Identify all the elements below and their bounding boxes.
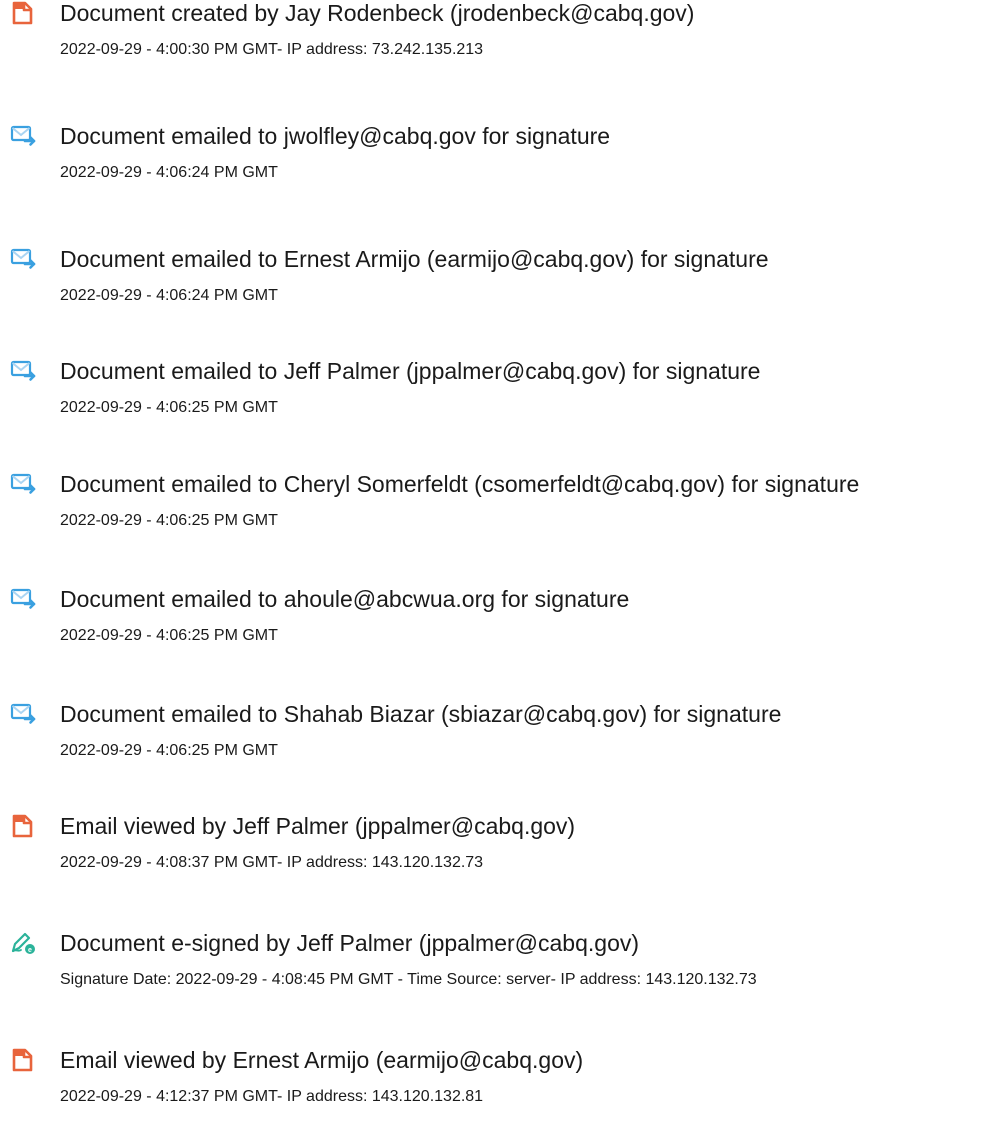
event-detail: 2022-09-29 - 4:08:37 PM GMT- IP address:… <box>60 854 484 871</box>
event-title: Document e-signed by Jeff Palmer (jppalm… <box>60 930 640 956</box>
event-title: Email viewed by Ernest Armijo (earmijo@c… <box>60 1047 584 1073</box>
event-detail: 2022-09-29 - 4:06:25 PM GMT <box>60 399 278 416</box>
audit-event: Document emailed to ahoule@abcwua.org fo… <box>0 586 989 676</box>
event-title: Document emailed to jwolfley@cabq.gov fo… <box>60 123 611 149</box>
e-signed-icon: e <box>10 930 36 956</box>
event-detail: 2022-09-29 - 4:06:24 PM GMT <box>60 164 278 181</box>
svg-text:e: e <box>28 947 32 954</box>
event-detail: 2022-09-29 - 4:06:24 PM GMT <box>60 287 278 304</box>
email-sent-icon <box>10 358 36 384</box>
event-title: Document emailed to Jeff Palmer (jppalme… <box>60 358 761 384</box>
audit-event: Document emailed to jwolfley@cabq.gov fo… <box>0 123 989 213</box>
email-viewed-icon <box>10 1047 36 1073</box>
email-sent-icon <box>10 123 36 149</box>
email-sent-icon <box>10 246 36 272</box>
event-detail: 2022-09-29 - 4:06:25 PM GMT <box>60 742 278 759</box>
event-title: Document emailed to ahoule@abcwua.org fo… <box>60 586 630 612</box>
event-title: Document emailed to Cheryl Somerfeldt (c… <box>60 471 860 497</box>
event-detail: 2022-09-29 - 4:00:30 PM GMT- IP address:… <box>60 41 484 58</box>
document-created-icon <box>10 0 36 26</box>
event-title: Document created by Jay Rodenbeck (jrode… <box>60 0 695 26</box>
event-title: Document emailed to Shahab Biazar (sbiaz… <box>60 701 782 727</box>
event-title: Email viewed by Jeff Palmer (jppalmer@ca… <box>60 813 576 839</box>
event-title: Document emailed to Ernest Armijo (earmi… <box>60 246 769 272</box>
event-detail: 2022-09-29 - 4:06:25 PM GMT <box>60 512 278 529</box>
audit-event: Document emailed to Ernest Armijo (earmi… <box>0 246 989 336</box>
audit-event: Email viewed by Jeff Palmer (jppalmer@ca… <box>0 813 989 903</box>
audit-event: Document emailed to Cheryl Somerfeldt (c… <box>0 471 989 561</box>
audit-event: Email viewed by Ernest Armijo (earmijo@c… <box>0 1047 989 1137</box>
event-detail: 2022-09-29 - 4:12:37 PM GMT- IP address:… <box>60 1088 484 1105</box>
audit-event: e Document e-signed by Jeff Palmer (jppa… <box>0 930 989 1020</box>
event-detail: Signature Date: 2022-09-29 - 4:08:45 PM … <box>60 971 757 988</box>
audit-event: Document emailed to Jeff Palmer (jppalme… <box>0 358 989 448</box>
audit-event: Document created by Jay Rodenbeck (jrode… <box>0 0 989 90</box>
email-viewed-icon <box>10 813 36 839</box>
email-sent-icon <box>10 471 36 497</box>
email-sent-icon <box>10 586 36 612</box>
email-sent-icon <box>10 701 36 727</box>
event-detail: 2022-09-29 - 4:06:25 PM GMT <box>60 627 278 644</box>
audit-event: Document emailed to Shahab Biazar (sbiaz… <box>0 701 989 791</box>
